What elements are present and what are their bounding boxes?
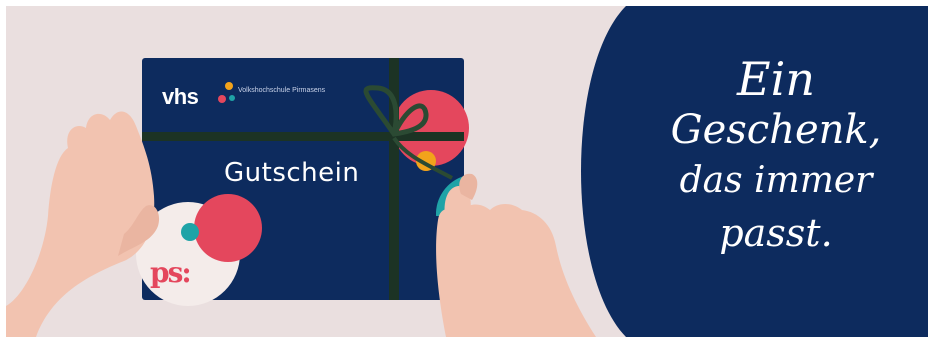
slogan: Ein Geschenk, das immer passt. <box>636 54 916 260</box>
slogan-line-1: Ein <box>737 52 815 106</box>
slogan-line-2: Geschenk, <box>670 107 882 153</box>
coral-circle-shape <box>194 194 262 262</box>
slogan-line-3: das immer <box>679 160 873 201</box>
gift-voucher-banner: vhs Volkshochschule Pirmasens Gutschein … <box>6 6 928 337</box>
logo-dot-teal <box>229 95 235 101</box>
voucher-title: Gutschein <box>224 158 360 188</box>
slogan-line-4: passt. <box>719 211 833 255</box>
logo-dot-orange <box>225 82 233 90</box>
ps-logo: ps: <box>150 256 192 289</box>
left-hand <box>6 111 155 337</box>
vhs-logo-subtitle: Volkshochschule Pirmasens <box>238 87 326 94</box>
right-hand <box>436 204 596 337</box>
teal-dot-shape <box>181 223 199 241</box>
vhs-logo: vhs <box>162 84 199 109</box>
ribbon-horizontal <box>142 132 464 141</box>
logo-dot-coral <box>218 95 226 103</box>
